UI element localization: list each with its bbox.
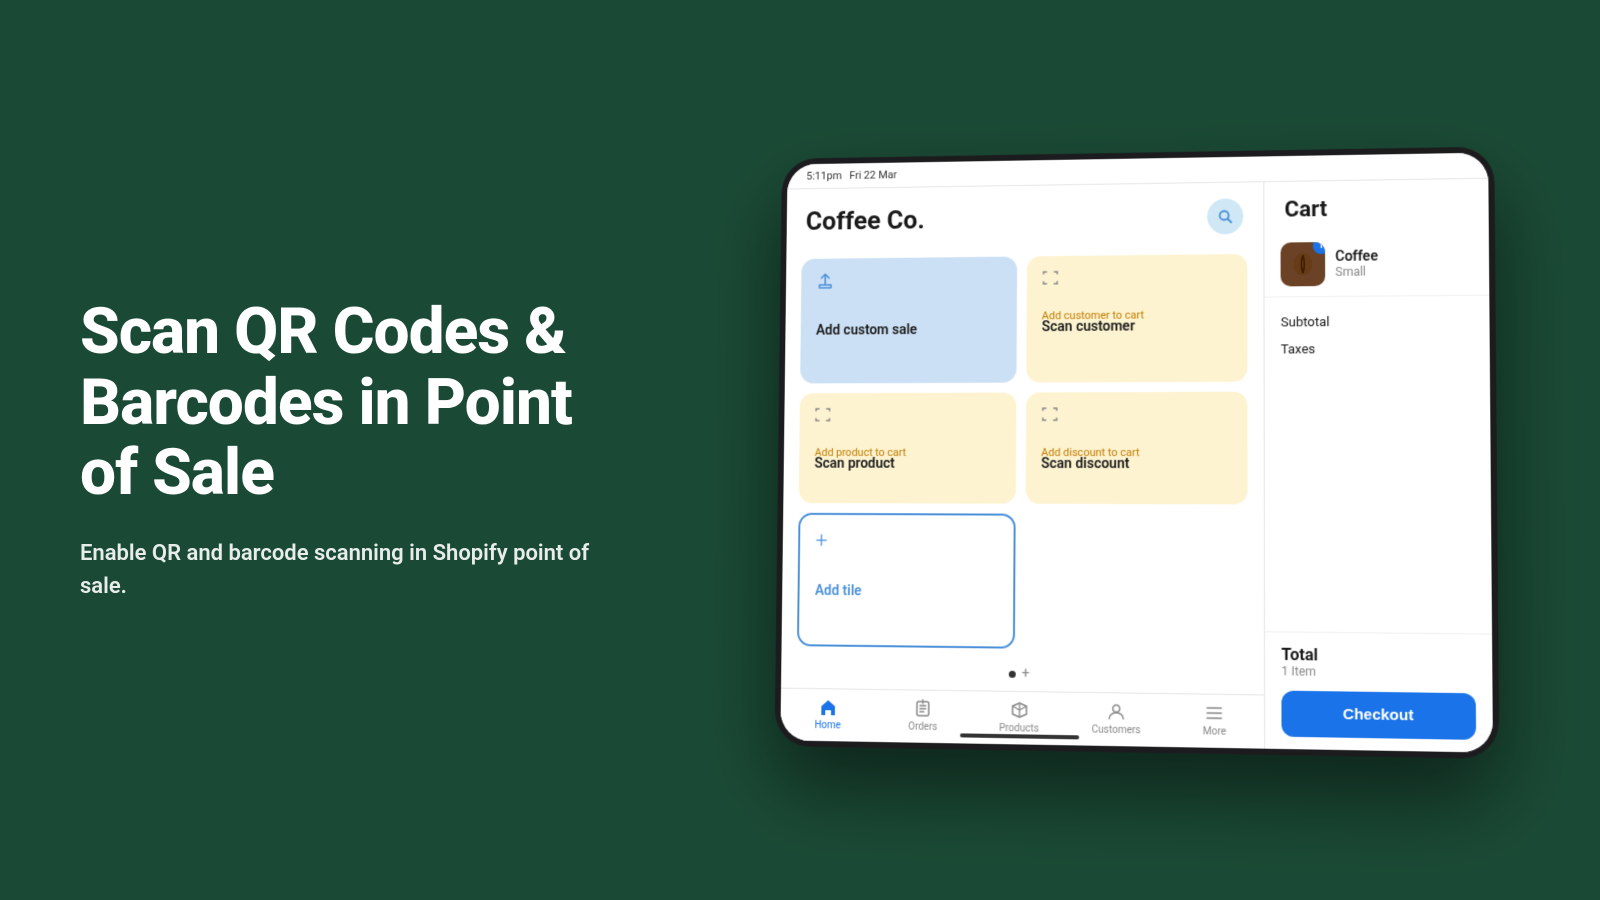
tile-scan-customer[interactable]: Scan customer Add customer to cart: [1026, 254, 1248, 382]
device-frame: 5:11pm Fri 22 Mar Coffee Co.: [774, 146, 1499, 758]
hero-title: Scan QR Codes & Barcodes in Point of Sal…: [80, 297, 620, 508]
item-name: Coffee: [1335, 248, 1378, 264]
nav-products[interactable]: Products: [971, 699, 1068, 735]
search-button[interactable]: [1207, 198, 1243, 234]
customers-icon: [1106, 701, 1126, 722]
scan-customer-icon: [1042, 268, 1231, 290]
orders-icon: [913, 699, 933, 719]
subtotal-label: Subtotal: [1281, 315, 1330, 330]
total-section: Total 1 Item: [1281, 645, 1475, 681]
tile-add-tile[interactable]: + Add tile: [797, 513, 1015, 649]
tile-scan-discount[interactable]: Scan discount Add discount to cart: [1025, 391, 1247, 504]
cart-totals: Subtotal Taxes: [1264, 295, 1492, 634]
bottom-nav: Home Orders: [780, 688, 1264, 749]
nav-orders[interactable]: Orders: [875, 698, 971, 734]
hero-subtitle: Enable QR and barcode scanning in Shopif…: [80, 537, 620, 603]
hero-section: Scan QR Codes & Barcodes in Point of Sal…: [0, 217, 700, 682]
nav-customers-label: Customers: [1092, 724, 1141, 736]
cart-panel: Cart 1: [1264, 179, 1493, 753]
taxes-label: Taxes: [1281, 342, 1316, 357]
total-count: 1 Item: [1281, 664, 1475, 681]
item-info: Coffee Small: [1335, 248, 1378, 279]
scan-customer-sublabel: Add customer to cart: [1042, 308, 1231, 322]
nav-more[interactable]: More: [1165, 702, 1264, 738]
scan-discount-sublabel: Add discount to cart: [1041, 446, 1231, 459]
pos-header: Coffee Co.: [786, 182, 1263, 251]
cart-title: Cart: [1264, 179, 1488, 233]
tile-scan-product[interactable]: Scan product Add product to cart: [799, 392, 1016, 504]
nav-more-label: More: [1203, 726, 1226, 738]
more-icon: [1204, 703, 1224, 724]
nav-home[interactable]: Home: [780, 697, 875, 732]
item-variant: Small: [1335, 264, 1378, 278]
item-thumbnail: 1: [1281, 242, 1326, 286]
status-time: 5:11pm: [806, 169, 842, 182]
tile-custom-sale[interactable]: Add custom sale: [800, 257, 1017, 384]
taxes-row: Taxes: [1281, 335, 1474, 363]
nav-products-label: Products: [999, 723, 1039, 735]
nav-orders-label: Orders: [908, 721, 937, 733]
status-date: Fri 22 Mar: [849, 168, 897, 181]
pos-panel: Coffee Co.: [780, 182, 1265, 749]
app-content: Coffee Co.: [780, 179, 1493, 753]
scan-product-sublabel: Add product to cart: [815, 446, 1000, 459]
device-mockup-section: 5:11pm Fri 22 Mar Coffee Co.: [700, 150, 1600, 750]
scan-discount-icon: [1041, 405, 1231, 425]
add-tile-label: Add tile: [815, 583, 997, 600]
share-icon: [816, 270, 1000, 293]
subtotal-row: Subtotal: [1281, 308, 1473, 337]
home-icon: [818, 697, 838, 717]
tiles-grid: Add custom sale Scan customer: [781, 246, 1264, 660]
coffee-bean-icon: [1290, 251, 1316, 277]
plus-icon: +: [815, 529, 997, 555]
tile-scan-customer-text: Scan customer Add customer to cart: [1042, 318, 1231, 322]
nav-home-label: Home: [815, 720, 841, 731]
cart-item[interactable]: 1 Coffee Small: [1264, 230, 1489, 297]
search-icon: [1217, 208, 1233, 224]
total-label: Total: [1281, 645, 1475, 667]
dot-plus: +: [1022, 667, 1030, 681]
products-icon: [1009, 700, 1029, 720]
nav-customers[interactable]: Customers: [1067, 701, 1165, 737]
dot-active: [1009, 670, 1016, 677]
cart-footer: Total 1 Item Checkout: [1265, 631, 1493, 752]
checkout-button[interactable]: Checkout: [1281, 691, 1476, 740]
pos-title: Coffee Co.: [806, 206, 925, 237]
tile-custom-sale-label: Add custom sale: [816, 322, 1001, 339]
device-screen: 5:11pm Fri 22 Mar Coffee Co.: [780, 153, 1493, 753]
home-indicator: [959, 733, 1078, 739]
scan-product-icon: [815, 406, 1000, 426]
tile-scan-discount-text: Scan discount Add discount to cart: [1041, 456, 1231, 459]
tile-scan-product-text: Scan product Add product to cart: [815, 456, 1000, 459]
